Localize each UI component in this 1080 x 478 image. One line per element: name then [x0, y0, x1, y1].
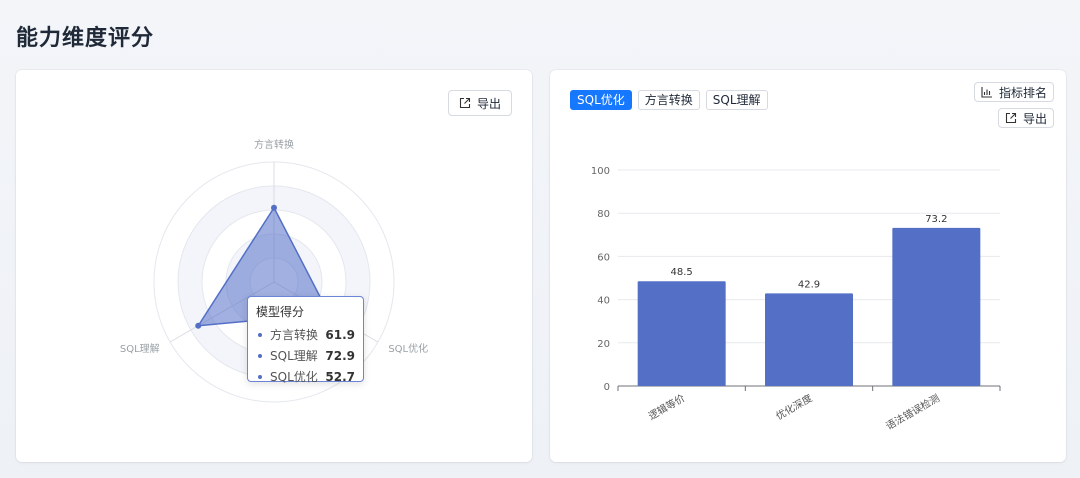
radar-point: [271, 204, 277, 211]
tooltip-row: SQL优化 52.7: [256, 366, 355, 387]
tooltip-row: SQL理解 72.9: [256, 345, 355, 366]
y-tick-label: 20: [597, 339, 610, 350]
tooltip-row-name: 方言转换: [270, 328, 319, 342]
tooltip-row-name: SQL优化: [270, 370, 318, 384]
bar: [637, 281, 726, 386]
bar: [892, 227, 981, 386]
bar: [765, 293, 853, 386]
radar-chart: 方言转换 SQL优化 SQL理解: [120, 138, 428, 403]
y-tick-label: 80: [597, 209, 610, 220]
y-tick-label: 100: [591, 166, 610, 177]
tooltip-row-value: 61.9: [325, 327, 355, 342]
y-tick-label: 40: [597, 296, 610, 307]
radar-indicator-label: SQL理解: [120, 342, 160, 355]
bar-data-label: 42.9: [798, 279, 820, 290]
tooltip-row-name: SQL理解: [270, 349, 318, 363]
x-category-label: 语法错误检测: [883, 391, 941, 432]
radar-card: 导出 方言转换 SQL优化 SQL理解 模型得分 方言转换 61.9 SQL理解 7…: [16, 70, 532, 462]
y-tick-label: 60: [597, 252, 610, 263]
x-category-label: 逻辑等价: [646, 391, 687, 422]
tooltip-row-value: 52.7: [325, 369, 355, 384]
bar-data-label: 48.5: [671, 267, 693, 278]
bar-data-label: 73.2: [925, 214, 947, 225]
radar-indicator-label: 方言转换: [254, 138, 294, 151]
x-category-label: 优化深度: [773, 391, 814, 422]
radar-tooltip: 模型得分 方言转换 61.9 SQL理解 72.9 SQL优化 52.7: [247, 296, 364, 384]
series-dot-icon: [258, 374, 262, 379]
radar-indicator-label: SQL优化: [388, 342, 428, 355]
page-title: 能力维度评分: [16, 26, 155, 51]
tooltip-row: 方言转换 61.9: [256, 324, 355, 345]
tooltip-row-value: 72.9: [325, 348, 355, 363]
bar-chart: 0 20 40 60 80 100 48.5 逻辑等价 42.9 优化深度 73.2 语法错误检测: [591, 166, 1001, 433]
series-dot-icon: [258, 353, 262, 358]
radar-point: [195, 322, 202, 329]
bar-card: SQL优化 方言转换 SQL理解 指标排名 导出 0 20 40 60 80 100 48.…: [550, 70, 1066, 462]
y-tick-label: 0: [604, 382, 610, 393]
series-dot-icon: [258, 332, 262, 337]
tooltip-title: 模型得分: [256, 305, 305, 319]
